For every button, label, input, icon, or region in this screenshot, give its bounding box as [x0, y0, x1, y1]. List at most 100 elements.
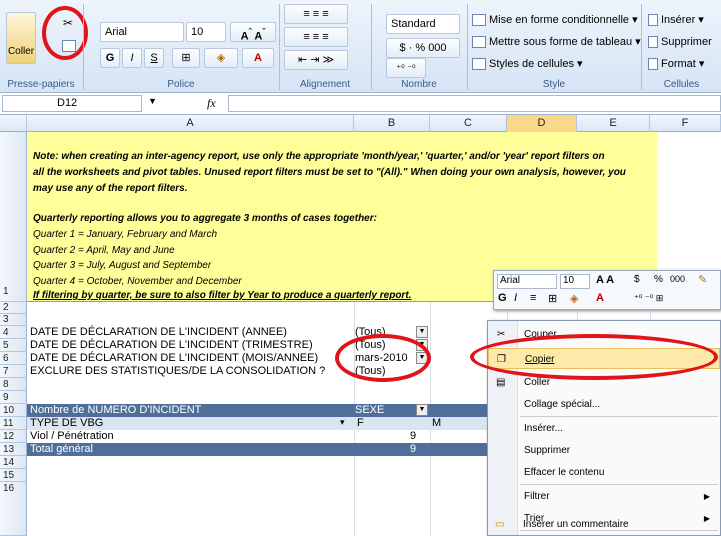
indent-buttons[interactable]: ⇤ ⇥ ≫ — [284, 50, 348, 70]
font-size-select[interactable]: 10 — [186, 22, 226, 42]
formula-input[interactable] — [228, 95, 721, 112]
cell-styles-button[interactable]: Styles de cellules ▾ — [472, 56, 583, 72]
menu-paste-special[interactable]: Collage spécial... — [488, 394, 720, 415]
row-header-12[interactable]: 12 — [0, 430, 27, 443]
number-format-buttons[interactable]: $ · % 000 — [386, 38, 460, 58]
mini-fill-icon[interactable]: ◈ — [570, 292, 578, 305]
decimal-buttons[interactable]: ⁺⁰ ⁻⁰ — [386, 58, 426, 78]
annotation-circle-copy — [42, 6, 88, 60]
pivot-total-value[interactable]: 9 — [410, 443, 416, 456]
percent-label: % — [415, 42, 426, 54]
font-color-button[interactable]: A — [242, 48, 274, 68]
menu-insert[interactable]: Insérer... — [488, 418, 720, 439]
pivot-col-m: M — [432, 417, 442, 429]
delete-cells-button[interactable]: Supprimer — [648, 34, 712, 50]
pivot-col-field[interactable]: SEXE — [355, 404, 384, 417]
group-alignment: Alignement — [299, 79, 351, 90]
format-cells-label: Format — [661, 58, 696, 70]
pivot-row-value[interactable]: 9 — [410, 430, 416, 443]
mini-grow-font-button[interactable]: A A — [596, 274, 614, 286]
mini-align-button[interactable]: ≡ — [530, 292, 536, 304]
note-line-7: Quarter 2 = April, May and June — [33, 245, 175, 256]
col-header-d[interactable]: D — [507, 115, 577, 132]
number-format-select[interactable]: Standard — [386, 14, 460, 34]
pivot-row-field[interactable]: TYPE DE VBG — [30, 417, 103, 430]
row-header-16[interactable]: 16 — [0, 482, 27, 536]
menu-paste-special-label: Collage spécial... — [524, 399, 601, 410]
menu-paste-label: Coller — [524, 377, 551, 388]
col-header-a[interactable]: A — [27, 115, 354, 132]
pivot-measure: Nombre de NUMERO D'INCIDENT — [30, 404, 202, 416]
mini-bold-button[interactable]: G — [498, 292, 507, 304]
name-box[interactable]: D12 — [2, 95, 142, 112]
note-line-6: Quarter 1 = January, February and March — [33, 229, 218, 240]
menu-delete[interactable]: Supprimer — [488, 440, 720, 461]
menu-insert-comment[interactable]: ▭ Insérer un commentaire — [487, 514, 721, 535]
group-number: Nombre — [401, 79, 437, 90]
mini-size-select[interactable]: 10 — [560, 274, 590, 289]
italic-button[interactable]: I — [122, 48, 142, 68]
row-header-9[interactable]: 9 — [0, 391, 27, 404]
menu-clear-label: Effacer le contenu — [524, 467, 605, 478]
mini-border-button[interactable]: ⊞ — [548, 292, 557, 305]
insert-cells-button[interactable]: Insérer ▾ — [648, 12, 704, 28]
mini-currency-button[interactable]: $ — [634, 274, 640, 285]
delete-icon — [648, 36, 658, 49]
bold-button[interactable]: G — [100, 48, 120, 68]
fill-color-button[interactable]: ◈ — [204, 48, 238, 68]
grow-font-button[interactable]: Aˆ Aˇ — [230, 22, 276, 43]
row-header-6[interactable]: 6 — [0, 352, 27, 365]
col-header-e[interactable]: E — [577, 115, 650, 132]
note-line-5: Quarterly reporting allows you to aggreg… — [33, 213, 377, 224]
pivot-total-label[interactable]: Total général — [30, 443, 93, 456]
row-header-7[interactable]: 7 — [0, 365, 27, 378]
name-box-dropdown-icon[interactable]: ▼ — [148, 96, 157, 106]
row-header-14[interactable]: 14 — [0, 456, 27, 469]
row-header-11[interactable]: 11 — [0, 417, 27, 430]
col-header-c[interactable]: C — [430, 115, 507, 132]
mini-decimal-buttons[interactable]: ⁺⁰ ⁻⁰ ⊞ — [634, 293, 663, 304]
comment-icon: ▭ — [495, 519, 505, 530]
border-button[interactable]: ⊞ — [172, 48, 200, 68]
thousands-label: 000 — [428, 42, 447, 54]
formula-bar: D12 ▼ fx — [0, 93, 721, 115]
conditional-format-button[interactable]: Mise en forme conditionnelle ▾ — [472, 12, 638, 28]
mini-font-select[interactable]: Arial — [497, 274, 557, 289]
row-header-15[interactable]: 15 — [0, 469, 27, 482]
delete-cells-label: Supprimer — [661, 36, 712, 48]
col-header-b[interactable]: B — [354, 115, 430, 132]
filter-dropdown-year[interactable]: ▼ — [416, 326, 428, 338]
filter-applied-icon[interactable]: ▾ — [340, 417, 345, 428]
paste-icon: ▤ — [496, 377, 506, 388]
format-as-table-button[interactable]: Mettre sous forme de tableau ▾ — [472, 34, 641, 50]
row-header-13[interactable]: 13 — [0, 443, 27, 456]
insert-icon — [648, 14, 658, 27]
paste-button[interactable]: Coller — [6, 12, 36, 64]
mini-format-painter-icon[interactable]: ✎ — [698, 273, 707, 286]
format-cells-button[interactable]: Format ▾ — [648, 56, 704, 72]
row-header-2[interactable]: 2 — [0, 302, 27, 314]
mini-italic-button[interactable]: I — [514, 292, 517, 304]
align-top-buttons[interactable]: ≡ ≡ ≡ — [284, 4, 348, 24]
fx-label[interactable]: fx — [207, 96, 216, 111]
underline-button[interactable]: S — [144, 48, 164, 68]
menu-clear-contents[interactable]: Effacer le contenu — [488, 462, 720, 483]
conditional-format-icon — [472, 14, 486, 27]
row-header-4[interactable]: 4 — [0, 326, 27, 339]
cell-styles-label: Styles de cellules — [489, 58, 574, 70]
row-header-5[interactable]: 5 — [0, 339, 27, 352]
font-name-select[interactable]: Arial — [100, 22, 184, 42]
menu-filter[interactable]: Filtrer ▶ — [488, 486, 720, 507]
row-header-10[interactable]: 10 — [0, 404, 27, 417]
select-all-corner[interactable] — [0, 115, 27, 132]
pivot-row-label[interactable]: Viol / Pénétration — [30, 430, 114, 443]
mini-font-color-icon[interactable]: A — [596, 292, 604, 304]
row-header-1[interactable]: 1 — [0, 132, 27, 302]
row-header-8[interactable]: 8 — [0, 378, 27, 391]
align-horizontal-buttons[interactable]: ≡ ≡ ≡ — [284, 27, 348, 47]
mini-percent-button[interactable]: % — [654, 274, 663, 285]
col-header-f[interactable]: F — [650, 115, 721, 132]
row-header-3[interactable]: 3 — [0, 314, 27, 326]
mini-thousands-button[interactable]: 000 — [670, 274, 685, 284]
pivot-col-dropdown[interactable]: ▼ — [416, 404, 428, 416]
